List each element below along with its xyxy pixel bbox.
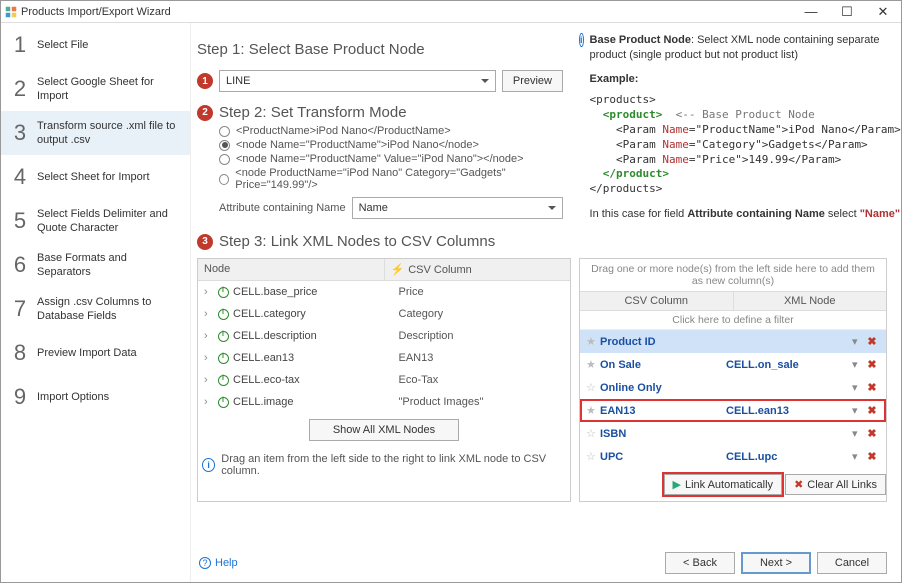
chevron-down-icon[interactable]: ▾ <box>852 427 864 440</box>
wizard-sidebar: 1Select File2Select Google Sheet for Imp… <box>1 23 191 582</box>
map-row[interactable]: ★On SaleCELL.on_sale▾✖ <box>580 353 886 376</box>
map-row[interactable]: ☆Online Only▾✖ <box>580 376 886 399</box>
transform-mode-radio-0[interactable] <box>219 126 230 137</box>
play-icon: ▶ <box>673 478 681 491</box>
sidebar-step-1[interactable]: 1Select File <box>1 23 190 67</box>
sidebar-step-3[interactable]: 3Transform source .xml file to output .c… <box>1 111 190 155</box>
chevron-down-icon[interactable]: ▾ <box>852 450 864 463</box>
map-row[interactable]: ★EAN13CELL.ean13▾✖ <box>580 399 886 422</box>
step1-title: Step 1: Select Base Product Node <box>197 41 425 58</box>
attr-label: Attribute containing Name <box>219 202 346 214</box>
sidebar-step-8[interactable]: 8Preview Import Data <box>1 331 190 375</box>
transform-mode-radio-1[interactable] <box>219 140 230 151</box>
delete-icon[interactable]: ✖ <box>864 358 880 371</box>
step2-title: Step 2: Set Transform Mode <box>219 104 407 121</box>
step3-title: Step 3: Link XML Nodes to CSV Columns <box>219 233 495 250</box>
xml-nodes-panel: Node ⚡CSV Column ›CELL.base_pricePrice›C… <box>197 258 571 502</box>
badge-1: 1 <box>197 73 213 89</box>
sidebar-step-6[interactable]: 6Base Formats and Separators <box>1 243 190 287</box>
close-button[interactable]: ✕ <box>865 4 901 20</box>
map-row[interactable]: ☆ISBN▾✖ <box>580 422 886 445</box>
sidebar-step-7[interactable]: 7Assign .csv Columns to Database Fields <box>1 287 190 331</box>
xml-node-row[interactable]: ›CELL.image"Product Images" <box>200 393 568 411</box>
app-icon <box>5 6 17 18</box>
star-icon[interactable]: ☆ <box>586 450 600 463</box>
map-col2-header[interactable]: XML Node <box>733 292 887 310</box>
sidebar-step-5[interactable]: 5Select Fields Delimiter and Quote Chara… <box>1 199 190 243</box>
info-icon: i <box>202 458 215 472</box>
transform-mode-radio-3[interactable] <box>219 174 229 185</box>
info-icon: i <box>579 33 584 47</box>
drag-hint: Drag an item from the left side to the r… <box>221 453 566 477</box>
chevron-down-icon[interactable]: ▾ <box>852 404 864 417</box>
sidebar-step-4[interactable]: 4Select Sheet for Import <box>1 155 190 199</box>
clear-links-button[interactable]: ✖Clear All Links <box>785 474 886 495</box>
help-link[interactable]: ?Help <box>199 557 238 569</box>
transform-mode-radio-2[interactable] <box>219 154 230 165</box>
x-icon: ✖ <box>794 478 803 491</box>
chevron-down-icon[interactable]: ▾ <box>852 358 864 371</box>
badge-2: 2 <box>197 105 213 121</box>
info-text: Base Product Node: Select XML node conta… <box>590 33 901 222</box>
star-icon[interactable]: ★ <box>586 335 600 348</box>
star-icon[interactable]: ☆ <box>586 427 600 440</box>
star-icon[interactable]: ★ <box>586 404 600 417</box>
transform-mode-label: <node Name="ProductName" Value="iPod Nan… <box>236 153 524 165</box>
maximize-button[interactable]: ☐ <box>829 4 865 20</box>
star-icon[interactable]: ★ <box>586 358 600 371</box>
map-col1-header[interactable]: CSV Column <box>580 292 733 310</box>
csv-mapping-panel: Drag one or more node(s) from the left s… <box>579 258 887 502</box>
sidebar-step-9[interactable]: 9Import Options <box>1 375 190 419</box>
window-title: Products Import/Export Wizard <box>21 6 793 18</box>
chevron-down-icon[interactable]: ▾ <box>852 335 864 348</box>
link-auto-button[interactable]: ▶Link Automatically <box>664 474 783 495</box>
badge-3: 3 <box>197 234 213 250</box>
preview-button[interactable]: Preview <box>502 70 563 92</box>
xml-node-row[interactable]: ›CELL.eco-taxEco-Tax <box>200 371 568 389</box>
delete-icon[interactable]: ✖ <box>864 381 880 394</box>
chevron-down-icon[interactable]: ▾ <box>852 381 864 394</box>
transform-mode-label: <ProductName>iPod Nano</ProductName> <box>236 125 451 137</box>
base-node-combo[interactable]: LINE <box>219 70 496 92</box>
delete-icon[interactable]: ✖ <box>864 427 880 440</box>
attr-name-combo[interactable]: Name <box>352 197 563 219</box>
xml-node-row[interactable]: ›CELL.descriptionDescription <box>200 327 568 345</box>
star-icon[interactable]: ☆ <box>586 381 600 394</box>
next-button[interactable]: Next > <box>741 552 811 574</box>
delete-icon[interactable]: ✖ <box>864 450 880 463</box>
xml-node-row[interactable]: ›CELL.categoryCategory <box>200 305 568 323</box>
minimize-button[interactable]: — <box>793 4 829 19</box>
back-button[interactable]: < Back <box>665 552 735 574</box>
map-row[interactable]: ☆UPCCELL.upc▾✖ <box>580 445 886 468</box>
sidebar-step-2[interactable]: 2Select Google Sheet for Import <box>1 67 190 111</box>
map-row[interactable]: ★Product ID▾✖ <box>580 330 886 353</box>
delete-icon[interactable]: ✖ <box>864 404 880 417</box>
xml-node-row[interactable]: ›CELL.ean13EAN13 <box>200 349 568 367</box>
xml-node-row[interactable]: ›CELL.base_pricePrice <box>200 283 568 301</box>
csv-col-header[interactable]: CSV Column <box>408 264 472 276</box>
filter-row[interactable]: Click here to define a filter <box>580 311 886 330</box>
transform-mode-label: <node Name="ProductName">iPod Nano</node… <box>236 139 479 151</box>
delete-icon[interactable]: ✖ <box>864 335 880 348</box>
transform-mode-label: <node ProductName="iPod Nano" Category="… <box>235 167 563 191</box>
show-all-nodes-button[interactable]: Show All XML Nodes <box>309 419 459 441</box>
map-instruction: Drag one or more node(s) from the left s… <box>580 259 886 291</box>
node-col-header[interactable]: Node <box>198 259 384 280</box>
cancel-button[interactable]: Cancel <box>817 552 887 574</box>
